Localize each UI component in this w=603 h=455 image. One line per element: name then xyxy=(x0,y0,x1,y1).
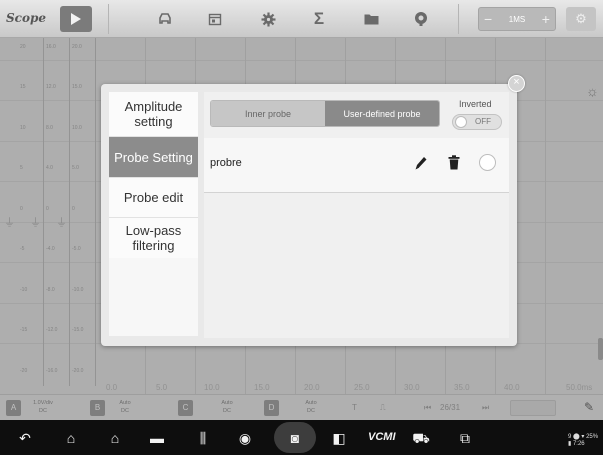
back-icon[interactable]: ↶ xyxy=(16,429,34,447)
menu-item-amplitude-setting[interactable]: Amplitude setting xyxy=(109,92,198,136)
top-toolbar: Scope Σ − 1MS + ⚙ xyxy=(0,0,603,38)
math-button[interactable]: Σ xyxy=(304,6,334,32)
timebase-stepper[interactable]: − 1MS + xyxy=(478,7,556,31)
tab-user-defined-probe[interactable]: User-defined probe xyxy=(325,101,439,126)
calendar-button[interactable] xyxy=(200,6,230,32)
sigma-icon: Σ xyxy=(313,9,325,28)
menu-item-label: Probe Setting xyxy=(114,149,193,165)
system-nav-bar: ↶ ⌂ ⌂ ▬ ⫼ ◉ ◙ ◧ VCMI ⛟ ⧉ 9 ⬤ ▾ 25% ▮ 7:2… xyxy=(0,420,603,455)
play-icon xyxy=(71,13,81,25)
app-brand-label: Scope xyxy=(6,11,47,25)
timebase-minus-button[interactable]: − xyxy=(484,11,492,27)
network-icon[interactable]: ⧉ xyxy=(456,429,474,447)
pencil-icon[interactable] xyxy=(414,155,428,171)
menu-item-probe-edit[interactable]: Probe edit xyxy=(109,177,198,217)
vcmi-label[interactable]: VCMI xyxy=(368,431,396,443)
vehicle-button[interactable] xyxy=(150,6,180,32)
folder-icon xyxy=(364,14,378,25)
car-icon xyxy=(159,13,171,24)
vehicle-home-icon[interactable]: ⌂ xyxy=(106,429,124,447)
menu-item-label: Amplitude setting xyxy=(124,99,183,129)
close-dialog-button[interactable]: × xyxy=(508,75,525,92)
timebase-value: 1MS xyxy=(508,14,526,24)
recent-apps-icon[interactable]: ▬ xyxy=(148,429,166,447)
probe-select-radio[interactable] xyxy=(479,154,496,171)
marker-button[interactable] xyxy=(406,6,436,32)
menu-item-label: Low-pass filtering xyxy=(125,223,182,253)
home-icon[interactable]: ⌂ xyxy=(62,429,80,447)
settings-side-menu: Amplitude setting Probe Setting Probe ed… xyxy=(109,92,198,336)
play-button[interactable] xyxy=(60,6,92,32)
screenshot-button[interactable]: ◙ xyxy=(274,422,316,453)
settings-button[interactable] xyxy=(253,6,283,32)
timebase-plus-button[interactable]: + xyxy=(542,11,550,27)
probe-type-tabs: Inner probe User-defined probe xyxy=(210,100,440,127)
chrome-icon[interactable]: ◉ xyxy=(236,429,254,447)
probe-list-item[interactable]: probre xyxy=(204,138,509,193)
settings-icon: ⚙ xyxy=(575,11,587,26)
close-icon: × xyxy=(513,76,520,88)
menu-item-low-pass-filtering[interactable]: Low-pass filtering xyxy=(109,217,198,258)
marker-icon xyxy=(415,12,427,26)
gear-icon xyxy=(261,12,275,26)
split-screen-icon[interactable]: ⫼ xyxy=(194,429,212,447)
trash-icon[interactable] xyxy=(448,155,460,170)
inverted-label: Inverted xyxy=(459,99,492,109)
scope-settings-button[interactable]: ⚙ xyxy=(566,7,596,31)
folder-button[interactable] xyxy=(356,6,386,32)
tab-inner-probe[interactable]: Inner probe xyxy=(211,101,325,126)
camera-icon: ◙ xyxy=(290,429,300,446)
calendar-icon xyxy=(208,13,222,26)
menu-item-label: Probe edit xyxy=(123,190,184,205)
car-shortcut-icon[interactable]: ⛟ xyxy=(412,429,430,447)
toggle-knob xyxy=(455,116,467,128)
probe-settings-dialog: Amplitude setting Probe Setting Probe ed… xyxy=(101,84,517,346)
probe-name: probre xyxy=(210,157,242,169)
inverted-toggle[interactable]: OFF xyxy=(452,114,502,130)
menu-item-probe-setting[interactable]: Probe Setting xyxy=(109,136,198,177)
probe-setting-panel: Inner probe User-defined probe Inverted … xyxy=(204,92,509,338)
screen-record-icon[interactable]: ◧ xyxy=(330,429,348,447)
toggle-state: OFF xyxy=(475,117,491,126)
toolbar-divider xyxy=(108,4,109,34)
status-area: 9 ⬤ ▾ 25% ▮ 7:26 xyxy=(568,434,599,447)
toolbar-divider xyxy=(458,4,459,34)
